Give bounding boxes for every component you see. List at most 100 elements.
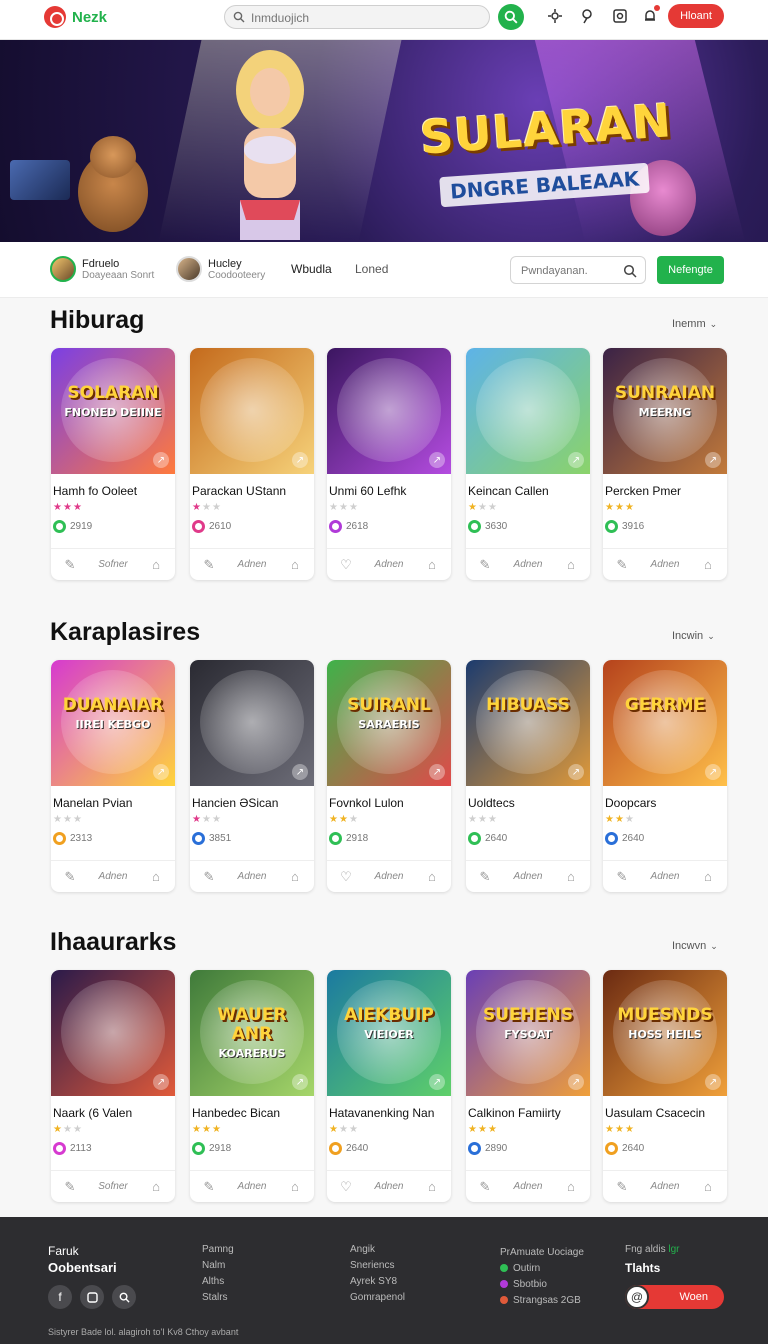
game-title[interactable]: Hanbedec Bican [192,1106,312,1120]
game-title[interactable]: Uoldtecs [468,796,588,810]
game-thumbnail[interactable]: SUEHENS FYSOAT ↗ [466,970,590,1096]
game-title[interactable]: Hatavanenking Nan [329,1106,449,1120]
filter-tab[interactable]: Wbudla [291,262,332,276]
edit-icon[interactable]: ✎ [615,557,629,572]
profile-icon[interactable] [578,7,596,25]
footer-link[interactable]: Gomrapenol [350,1292,405,1308]
bookmark-icon[interactable]: ⌂ [288,1179,302,1194]
card-action-button[interactable]: Adnen [514,1181,543,1192]
card-action-button[interactable]: Adnen [238,559,267,570]
filter-tab[interactable]: Loned [355,262,388,276]
expand-icon[interactable]: ↗ [705,764,721,780]
game-card[interactable]: SUIRANL SARAERIS ↗ Fovnkol Lulon ★★★ 2918 ♡ Adn… [327,660,451,892]
facebook-icon[interactable]: f [48,1285,72,1309]
brand-logo[interactable]: Nezk [44,6,107,28]
game-card[interactable]: MUESNDS HOSS HEILS ↗ Uasulam Csacecin ★★★ 264… [603,970,727,1202]
expand-icon[interactable]: ↗ [705,1074,721,1090]
game-card[interactable]: GERRME ↗ Doopcars ★★★ 2640 ✎ Adnen ⌂ [603,660,727,892]
edit-icon[interactable]: ✎ [202,869,216,884]
game-card[interactable]: HIBUASS ↗ Uoldtecs ★★★ 2640 ✎ Adnen ⌂ [466,660,590,892]
expand-icon[interactable]: ↗ [568,452,584,468]
game-card[interactable]: ↗ Naark (6 Valen ★★★ 2113 ✎ Sofner ⌂ [51,970,175,1202]
bookmark-icon[interactable]: ⌂ [564,1179,578,1194]
game-card[interactable]: SUNRAIAN MEERNG ↗ Percken Pmer ★★★ 3916 ✎ Adnen… [603,348,727,580]
expand-icon[interactable]: ↗ [292,452,308,468]
filter-search-input[interactable] [521,263,621,279]
bookmark-icon[interactable]: ⌂ [701,869,715,884]
edit-icon[interactable]: ✎ [478,1179,492,1194]
footer-link[interactable]: Pamng [202,1244,234,1260]
game-thumbnail[interactable]: ↗ [51,970,175,1096]
edit-icon[interactable]: ✎ [63,1179,77,1194]
game-card[interactable]: SUEHENS FYSOAT ↗ Calkinon Famiirty ★★★ 2890 ✎ A… [466,970,590,1202]
game-title[interactable]: Unmi 60 Lefhk [329,484,449,498]
game-title[interactable]: Doopcars [605,796,725,810]
edit-icon[interactable]: ✎ [615,1179,629,1194]
edit-icon[interactable]: ✎ [202,557,216,572]
section-more-link[interactable]: Inemm ⌄ [672,318,717,330]
game-title[interactable]: Fovnkol Lulon [329,796,449,810]
expand-icon[interactable]: ↗ [292,764,308,780]
game-thumbnail[interactable]: SUNRAIAN MEERNG ↗ [603,348,727,474]
game-title[interactable]: Hancien ƏSican [192,796,312,810]
edit-icon[interactable]: ✎ [202,1179,216,1194]
game-thumbnail[interactable]: GERRME ↗ [603,660,727,786]
card-action-button[interactable]: Adnen [99,871,128,882]
bookmark-icon[interactable]: ⌂ [564,869,578,884]
game-card[interactable]: SOLARAN FNONED DEIINE ↗ Hamh fo Ooleet ★★★ 29… [51,348,175,580]
bookmark-icon[interactable]: ⌂ [701,557,715,572]
game-thumbnail[interactable]: ↗ [190,660,314,786]
game-thumbnail[interactable]: SOLARAN FNONED DEIINE ↗ [51,348,175,474]
edit-icon[interactable]: ✎ [63,557,77,572]
game-card[interactable]: ↗ Keincan Callen ★★★ 3630 ✎ Adnen ⌂ [466,348,590,580]
footer-status-item[interactable]: Outirn [500,1260,584,1276]
game-thumbnail[interactable]: DUANAIAR IIREI KEBGO ↗ [51,660,175,786]
bookmark-icon[interactable]: ⌂ [701,1179,715,1194]
footer-link[interactable]: Ayrek SY8 [350,1276,405,1292]
edit-icon[interactable]: ✎ [478,557,492,572]
camera-icon[interactable] [611,7,629,25]
edit-icon[interactable]: ✎ [63,869,77,884]
hero-banner[interactable]: SULARAN DNGRE BALEAAK [0,40,768,242]
bookmark-icon[interactable]: ⌂ [149,557,163,572]
edit-icon[interactable]: ✎ [478,869,492,884]
bookmark-icon[interactable]: ⌂ [425,1179,439,1194]
game-card[interactable]: AIEKBUIP VIEIOER ↗ Hatavanenking Nan ★★★ 2640… [327,970,451,1202]
card-action-button[interactable]: Adnen [238,1181,267,1192]
expand-icon[interactable]: ↗ [429,452,445,468]
game-title[interactable]: Manelan Pvian [53,796,173,810]
card-action-button[interactable]: Adnen [651,559,680,570]
game-thumbnail[interactable]: HIBUASS ↗ [466,660,590,786]
bookmark-icon[interactable]: ⌂ [288,869,302,884]
search-input[interactable] [251,9,481,26]
game-card[interactable]: ↗ Parackan UStann ★★★ 2610 ✎ Adnen ⌂ [190,348,314,580]
bookmark-icon[interactable]: ⌂ [149,869,163,884]
card-action-button[interactable]: Adnen [651,1181,680,1192]
expand-icon[interactable]: ↗ [429,764,445,780]
game-title[interactable]: Keincan Callen [468,484,588,498]
search-icon[interactable] [623,264,637,278]
card-action-button[interactable]: Adnen [375,1181,404,1192]
game-card[interactable]: ↗ Unmi 60 Lefhk ★★★ 2618 ♡ Adnen ⌂ [327,348,451,580]
game-title[interactable]: Calkinon Famiirty [468,1106,588,1120]
game-title[interactable]: Naark (6 Valen [53,1106,173,1120]
bookmark-icon[interactable]: ⌂ [288,557,302,572]
bookmark-icon[interactable]: ⌂ [425,869,439,884]
bookmark-icon[interactable]: ⌂ [425,557,439,572]
footer-cta-button[interactable]: @ Woen [625,1285,724,1309]
game-thumbnail[interactable]: ↗ [466,348,590,474]
card-action-button[interactable]: Sofner [98,559,127,570]
instagram-icon[interactable] [80,1285,104,1309]
card-action-button[interactable]: Adnen [514,559,543,570]
bookmark-icon[interactable]: ⌂ [564,557,578,572]
heart-icon[interactable]: ♡ [339,1179,353,1194]
edit-icon[interactable]: ✎ [615,869,629,884]
footer-link[interactable]: Sneriencs [350,1260,405,1276]
expand-icon[interactable]: ↗ [429,1074,445,1090]
card-action-button[interactable]: Adnen [375,559,404,570]
header-cta-button[interactable]: Hloant [668,4,724,28]
notification-icon[interactable] [641,5,660,25]
section-more-link[interactable]: Incwin ⌄ [672,630,715,642]
card-action-button[interactable]: Adnen [514,871,543,882]
game-title[interactable]: Uasulam Csacecin [605,1106,725,1120]
